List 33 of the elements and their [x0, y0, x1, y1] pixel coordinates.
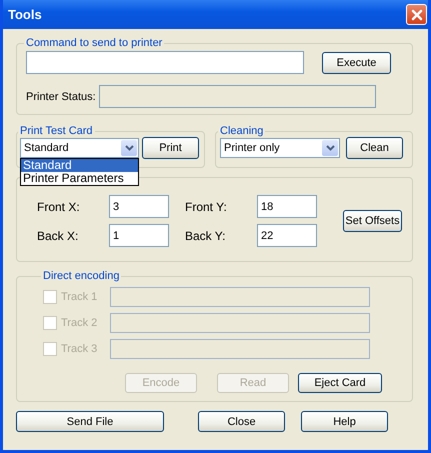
print-button[interactable]: Print: [142, 137, 199, 159]
group-label: Direct encoding: [42, 270, 120, 282]
dropdown-option[interactable]: Printer Parameters: [21, 172, 138, 185]
dialog-button[interactable]: Send File: [16, 411, 164, 432]
offset-field[interactable]: 3: [109, 195, 169, 218]
offset-field[interactable]: 22: [257, 224, 317, 247]
field-label: Back X:: [37, 228, 80, 242]
field-label: Back Y:: [185, 228, 226, 242]
close-button[interactable]: [406, 4, 427, 25]
group-label: Command to send to printer: [25, 37, 164, 49]
chevron-icon: [124, 145, 134, 151]
field-label: Front X:: [37, 200, 81, 214]
execute-button[interactable]: Execute: [322, 52, 391, 74]
offset-field[interactable]: 1: [109, 224, 169, 247]
close-icon: [410, 8, 422, 20]
set-offsets-button[interactable]: Set Offsets: [343, 210, 402, 232]
checkbox-label: Track 2: [61, 317, 98, 329]
field-label: Front Y:: [185, 200, 228, 214]
chevron-icon: [326, 145, 334, 151]
command-field[interactable]: [26, 51, 304, 74]
group-label: Cleaning: [219, 125, 264, 137]
dialog-button[interactable]: Close: [198, 411, 285, 432]
checkbox-label: Track 3: [61, 343, 98, 355]
cleaning-dropdown[interactable]: Printer only: [220, 138, 340, 158]
window-title: Tools: [8, 7, 42, 22]
clean-button[interactable]: Clean: [346, 137, 403, 159]
dropdown-option[interactable]: Standard: [21, 159, 138, 172]
offset-field[interactable]: 18: [257, 195, 317, 218]
group-label: Print Test Card: [19, 125, 94, 137]
test-card-dropdown[interactable]: Standard: [20, 138, 139, 158]
field-label: Printer Status:: [26, 90, 97, 102]
checkbox-label: Track 1: [61, 291, 98, 303]
dialog-button[interactable]: Help: [301, 411, 388, 432]
